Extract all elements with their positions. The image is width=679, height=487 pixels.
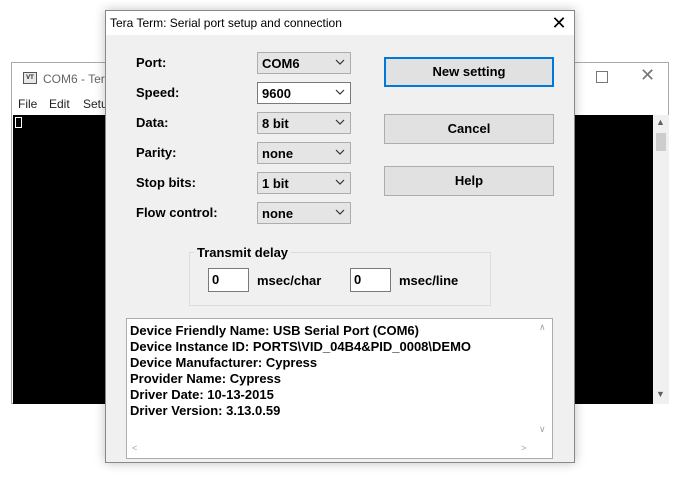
msec-per-line-label: msec/line — [399, 273, 459, 288]
terminal-cursor — [15, 117, 22, 128]
info-vertical-scrollbar[interactable]: ∧ ∨ — [535, 319, 552, 441]
chevron-down-icon — [335, 119, 345, 125]
chevron-down-icon[interactable]: ∨ — [539, 424, 546, 435]
msec-per-char-input[interactable]: 0 — [208, 268, 249, 292]
menu-setup[interactable]: Setu — [83, 97, 108, 111]
flow-control-value: none — [262, 206, 294, 221]
chevron-left-icon[interactable]: < — [132, 443, 137, 453]
parity-select[interactable]: none — [257, 142, 351, 164]
chevron-up-icon[interactable]: ∧ — [539, 322, 546, 333]
speed-select[interactable]: 9600 — [257, 82, 351, 104]
teraterm-app-icon: VT — [23, 72, 37, 84]
parity-label: Parity: — [136, 145, 177, 160]
info-horizontal-scrollbar[interactable]: < > — [127, 441, 537, 458]
dialog-title: Tera Term: Serial port setup and connect… — [110, 16, 342, 30]
provider-name: Provider Name: Cypress — [130, 371, 282, 386]
device-instance-id: Device Instance ID: PORTS\VID_04B4&PID_0… — [130, 339, 472, 354]
serial-port-dialog: Tera Term: Serial port setup and connect… — [105, 10, 575, 463]
stop-bits-label: Stop bits: — [136, 175, 196, 190]
driver-date: Driver Date: 10-13-2015 — [130, 387, 274, 402]
device-manufacturer: Device Manufacturer: Cypress — [130, 355, 318, 370]
scrollbar-thumb[interactable] — [656, 133, 666, 151]
stop-bits-value: 1 bit — [262, 176, 289, 191]
dialog-titlebar: Tera Term: Serial port setup and connect… — [106, 11, 574, 35]
flow-control-select[interactable]: none — [257, 202, 351, 224]
device-info-box[interactable]: Device Friendly Name: USB Serial Port (C… — [126, 318, 553, 459]
chevron-down-icon — [335, 179, 345, 185]
speed-value: 9600 — [262, 86, 291, 101]
stop-bits-select[interactable]: 1 bit — [257, 172, 351, 194]
chevron-down-icon — [335, 209, 345, 215]
terminal-title: COM6 - Tera — [43, 72, 112, 86]
scroll-up-icon[interactable]: ▲ — [656, 117, 665, 127]
msec-per-char-label: msec/char — [257, 273, 322, 288]
port-value: COM6 — [262, 56, 300, 71]
flow-control-label: Flow control: — [136, 205, 218, 220]
maximize-icon[interactable] — [596, 71, 608, 83]
dialog-close-icon[interactable]: ✕ — [544, 11, 574, 35]
help-button[interactable]: Help — [384, 166, 554, 196]
data-select[interactable]: 8 bit — [257, 112, 351, 134]
scroll-down-icon[interactable]: ▼ — [656, 389, 665, 399]
transmit-delay-title: Transmit delay — [194, 245, 292, 260]
terminal-scrollbar[interactable]: ▲ ▼ — [653, 115, 669, 404]
data-value: 8 bit — [262, 116, 289, 131]
chevron-down-icon — [335, 149, 345, 155]
device-friendly-name: Device Friendly Name: USB Serial Port (C… — [130, 323, 419, 338]
menu-edit[interactable]: Edit — [49, 97, 70, 111]
parity-value: none — [262, 146, 294, 161]
port-select[interactable]: COM6 — [257, 52, 351, 74]
chevron-down-icon — [335, 89, 345, 95]
new-setting-button[interactable]: New setting — [384, 57, 554, 87]
close-icon[interactable]: ✕ — [640, 65, 655, 86]
cancel-button[interactable]: Cancel — [384, 114, 554, 144]
speed-label: Speed: — [136, 85, 180, 100]
chevron-down-icon — [335, 59, 345, 65]
driver-version: Driver Version: 3.13.0.59 — [130, 403, 281, 418]
port-label: Port: — [136, 55, 167, 70]
data-label: Data: — [136, 115, 169, 130]
msec-per-line-input[interactable]: 0 — [350, 268, 391, 292]
chevron-right-icon[interactable]: > — [521, 443, 526, 453]
menu-file[interactable]: File — [18, 97, 37, 111]
